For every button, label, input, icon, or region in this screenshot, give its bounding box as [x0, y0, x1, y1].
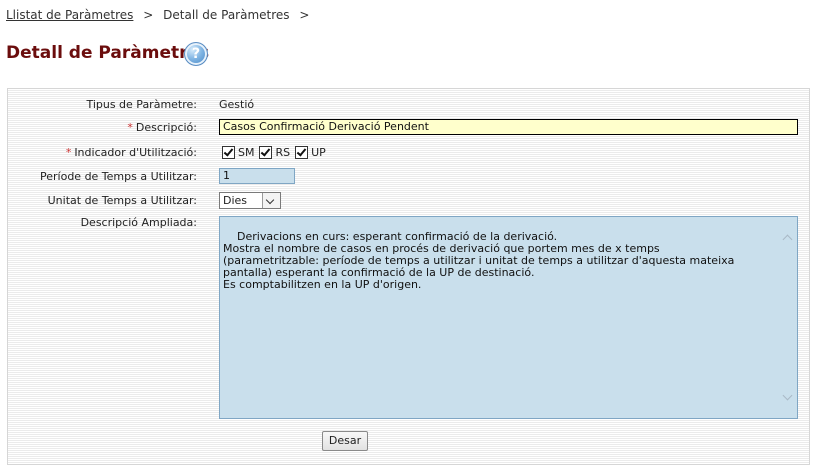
scroll-up-icon[interactable]: [782, 234, 793, 245]
indicador-label-text: Indicador d'Utilització:: [74, 146, 197, 159]
help-question-icon[interactable]: ?: [184, 42, 208, 66]
chevron-down-icon[interactable]: [262, 193, 280, 208]
page-title: Detall de Paràmetres: [6, 43, 210, 63]
unitat-select[interactable]: Dies: [219, 192, 281, 209]
breadcrumb-link-llistat[interactable]: Llistat de Paràmetres: [6, 8, 133, 22]
sm-checkbox[interactable]: [222, 146, 235, 159]
ampliada-label: Descripció Ampliada:: [80, 216, 197, 229]
descripcio-label: * Descripció:: [127, 121, 197, 134]
descripcio-label-text: Descripció:: [135, 121, 197, 134]
required-mark: *: [65, 146, 72, 159]
tipus-label: Tipus de Paràmetre:: [86, 98, 197, 111]
descripcio-ampliada-text: Derivacions en curs: esperant confirmaci…: [223, 230, 735, 291]
rs-checkbox-label: RS: [275, 146, 291, 159]
tipus-value: Gestió: [219, 98, 255, 111]
rs-checkbox[interactable]: [259, 146, 273, 159]
descripcio-input[interactable]: Casos Confirmació Derivació Pendent: [219, 119, 798, 135]
indicador-checkbox-group: SM RS UP: [222, 146, 331, 159]
up-checkbox-label: UP: [311, 146, 326, 159]
sm-checkbox-label: SM: [238, 146, 255, 159]
breadcrumb-current: Detall de Paràmetres: [163, 8, 290, 22]
form-panel: Tipus de Paràmetre: Gestió * Descripció: …: [7, 88, 810, 465]
up-checkbox[interactable]: [295, 146, 309, 159]
save-button[interactable]: Desar: [322, 431, 368, 451]
periode-input[interactable]: 1: [219, 168, 295, 184]
breadcrumb-separator: >: [143, 8, 154, 22]
scroll-down-icon[interactable]: [782, 390, 793, 401]
breadcrumb-separator: >: [299, 8, 310, 22]
required-mark: *: [127, 121, 133, 134]
indicador-label: * Indicador d'Utilització:: [66, 146, 197, 159]
unitat-label: Unitat de Temps a Utilitzar:: [47, 194, 197, 207]
breadcrumb: Llistat de Paràmetres > Detall de Paràme…: [6, 8, 315, 22]
unitat-select-value: Dies: [223, 194, 248, 207]
descripcio-ampliada-textarea[interactable]: Derivacions en curs: esperant confirmaci…: [219, 216, 798, 419]
periode-label: Període de Temps a Utilitzar:: [40, 170, 197, 183]
